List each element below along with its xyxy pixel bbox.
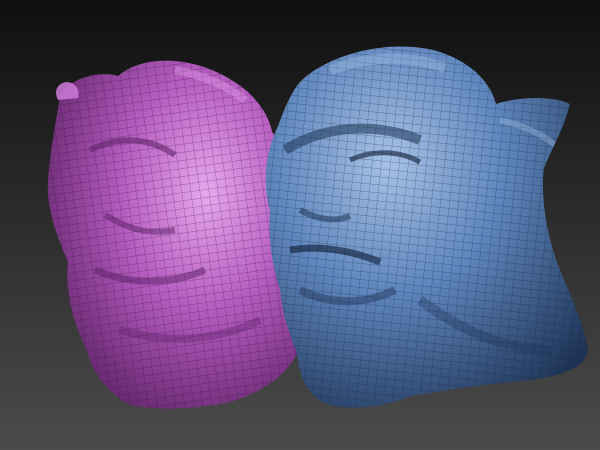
3d-viewport[interactable] [0, 0, 600, 450]
sculpt-scene[interactable] [0, 0, 600, 450]
